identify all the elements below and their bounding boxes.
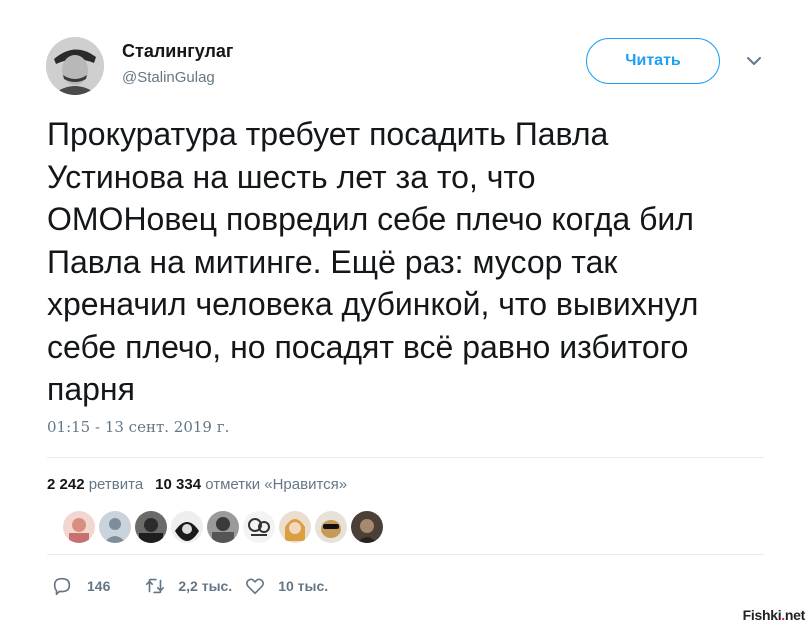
follow-button[interactable]: Читать bbox=[586, 38, 720, 84]
divider bbox=[47, 457, 764, 458]
author-avatar[interactable] bbox=[46, 37, 104, 95]
tweet-text: Прокуратура требует посадить Павла Устин… bbox=[47, 116, 699, 407]
liker-avatar[interactable] bbox=[63, 511, 95, 543]
divider bbox=[47, 554, 764, 555]
retweets-stat[interactable]: 2 242 ретвита bbox=[47, 476, 143, 493]
retweets-count: 2 242 bbox=[47, 476, 85, 493]
site-watermark: Fishki.net bbox=[742, 607, 806, 623]
likers-avatars bbox=[63, 511, 383, 543]
reply-count: 146 bbox=[87, 578, 111, 594]
watermark-tld: net bbox=[784, 607, 805, 623]
liker-avatar[interactable] bbox=[171, 511, 203, 543]
likes-stat[interactable]: 10 334 отметки «Нравится» bbox=[155, 476, 347, 493]
liker-avatar[interactable] bbox=[207, 511, 239, 543]
watermark-brand: Fishki bbox=[742, 607, 782, 623]
author-handle[interactable]: @StalinGulag bbox=[122, 69, 215, 86]
liker-avatar[interactable] bbox=[135, 511, 167, 543]
liker-avatar[interactable] bbox=[315, 511, 347, 543]
author-display-name[interactable]: Сталингулаг bbox=[122, 41, 233, 62]
retweets-label: ретвита bbox=[88, 476, 144, 493]
likes-label: отметки «Нравится» bbox=[205, 476, 348, 493]
like-action[interactable]: 10 тыс. bbox=[244, 575, 328, 597]
tweet-stats: 2 242 ретвита 10 334 отметки «Нравится» bbox=[47, 476, 347, 493]
likes-count: 10 334 bbox=[155, 476, 202, 493]
heart-icon bbox=[246, 578, 265, 595]
tweet-timestamp[interactable]: 01:15 - 13 сент. 2019 г. bbox=[47, 418, 229, 436]
reply-icon bbox=[53, 577, 71, 596]
retweet-action[interactable]: 2,2 тыс. bbox=[144, 575, 232, 597]
liker-avatar[interactable] bbox=[351, 511, 383, 543]
retweet-count: 2,2 тыс. bbox=[178, 578, 233, 594]
retweet-icon bbox=[146, 578, 165, 594]
like-count: 10 тыс. bbox=[278, 578, 329, 594]
tweet-actions: 146 2,2 тыс. 10 тыс. bbox=[51, 575, 328, 597]
liker-avatar[interactable] bbox=[279, 511, 311, 543]
liker-avatar[interactable] bbox=[99, 511, 131, 543]
chevron-down-icon[interactable] bbox=[745, 54, 763, 68]
reply-action[interactable]: 146 bbox=[51, 575, 110, 597]
liker-avatar[interactable] bbox=[243, 511, 275, 543]
portrait-avatar-icon bbox=[46, 37, 104, 95]
